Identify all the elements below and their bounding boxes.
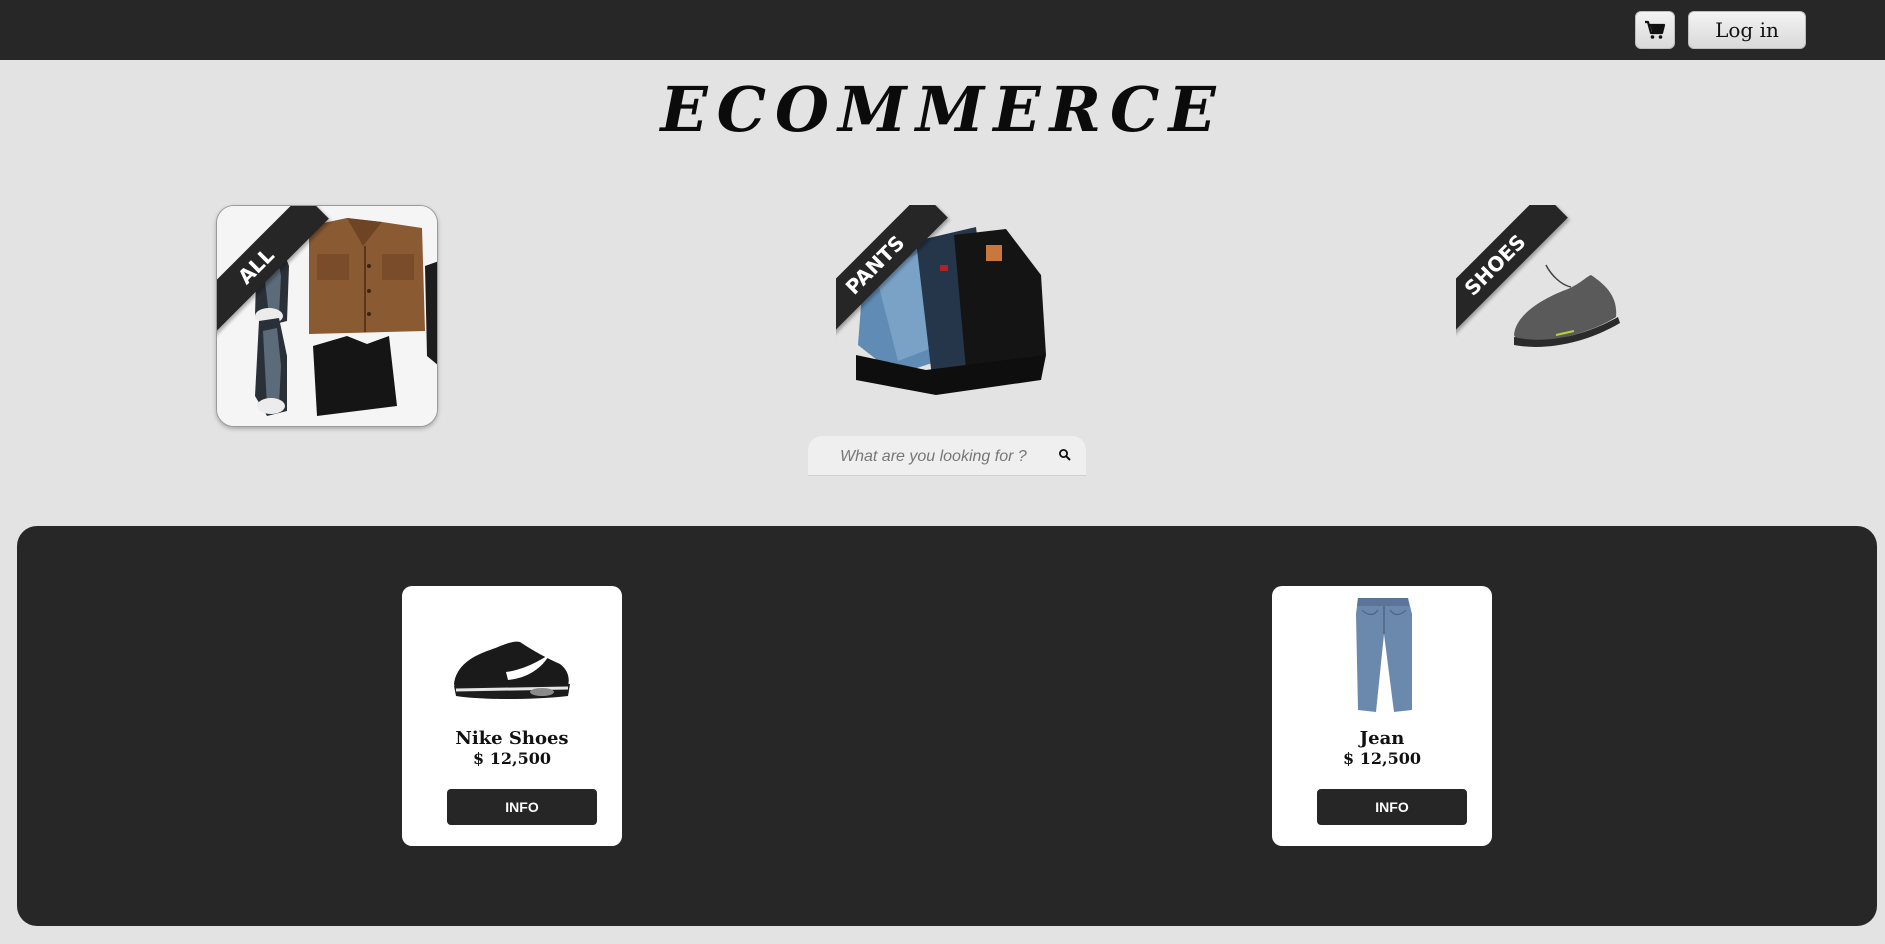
product-card: Jean $ 12,500 INFO bbox=[1272, 586, 1492, 846]
product-name: Nike Shoes bbox=[455, 728, 569, 749]
category-shoes[interactable]: SHOES bbox=[1456, 205, 1646, 365]
product-price: $ 12,500 bbox=[473, 749, 551, 768]
product-image-jean bbox=[1356, 598, 1412, 712]
product-price: $ 12,500 bbox=[1343, 749, 1421, 768]
search-bar bbox=[808, 436, 1086, 476]
category-pants[interactable]: PANTS bbox=[836, 205, 1048, 417]
pants-category-image bbox=[836, 205, 1048, 417]
all-category-image bbox=[217, 206, 437, 426]
product-name: Jean bbox=[1359, 728, 1405, 749]
login-button[interactable]: Log in bbox=[1688, 11, 1806, 49]
info-button[interactable]: INFO bbox=[447, 789, 597, 825]
cart-button[interactable] bbox=[1635, 11, 1675, 49]
top-nav-bar: Log in bbox=[0, 0, 1885, 60]
category-all[interactable]: ALL bbox=[216, 205, 438, 427]
products-panel: Nike Shoes $ 12,500 INFO Jean $ 12,500 I… bbox=[17, 526, 1877, 926]
info-button[interactable]: INFO bbox=[1317, 789, 1467, 825]
site-title: ECOMMERCE bbox=[660, 73, 1225, 146]
shopping-cart-icon bbox=[1645, 20, 1666, 39]
search-icon[interactable] bbox=[1058, 448, 1072, 462]
product-image-nike-shoes bbox=[454, 641, 570, 699]
search-input[interactable] bbox=[838, 442, 1042, 472]
product-card: Nike Shoes $ 12,500 INFO bbox=[402, 586, 622, 846]
